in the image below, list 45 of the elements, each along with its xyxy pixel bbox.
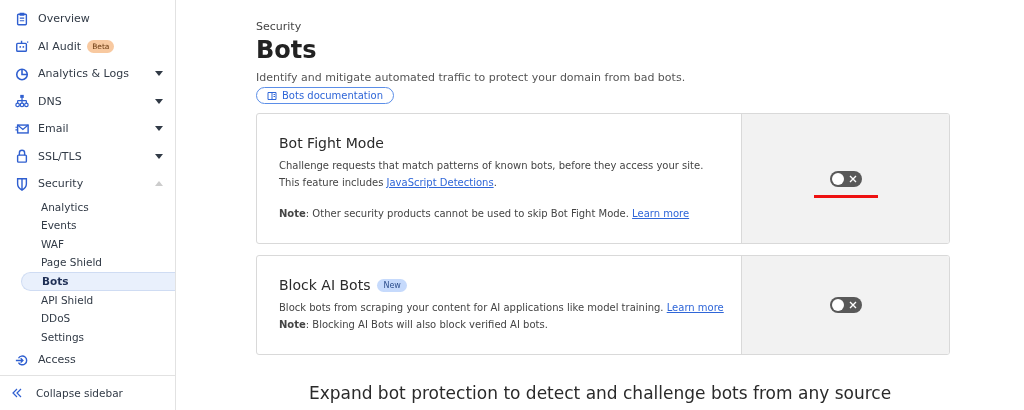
book-icon [267,90,277,101]
sidebar-subitem[interactable]: Events [21,216,175,235]
documentation-button[interactable]: Bots documentation [256,87,395,104]
network-icon [15,94,29,109]
breadcrumb: Security [256,20,303,33]
sidebar-item[interactable]: Overview [0,5,175,33]
sidebar-subitem[interactable]: DDoS [21,309,175,328]
close-icon [848,175,857,183]
sidebar-subitem[interactable]: Analytics [21,197,175,216]
card-title: Block AI Bots [279,277,371,293]
login-icon [15,352,29,367]
page-title: Bots [256,35,318,65]
sidebar-subitem[interactable]: Settings [21,327,175,346]
double-chevron-icon [12,388,22,398]
sidebar-item[interactable]: Security [0,170,175,198]
robot-icon [15,39,29,54]
sidebar-item[interactable]: Access [0,346,175,374]
sidebar-subitem[interactable]: WAF [21,234,175,253]
card-description: Challenge requests that match patterns of known bots, before they access your site. This feature includes JavaScript Detections. [279,159,705,190]
toggle-switch[interactable] [829,171,862,187]
link[interactable]: JavaScript Detections [386,177,494,188]
sidebar-subitem[interactable]: Page Shield [21,253,175,272]
card-description: Block bots from scraping your content for AI applications like model training. Learn more [279,301,725,315]
link[interactable]: Learn more [666,302,724,313]
sidebar-subitem[interactable]: Bots [21,271,175,291]
sidebar-item[interactable]: DNS [0,87,175,115]
card-title: Bot Fight Mode [279,135,384,151]
clipboard-icon [15,11,29,26]
page-description: Identify and mitigate automated traffic to protect your domain from bad bots. [256,71,687,84]
sidebar-item[interactable]: SSL/TLS [0,142,175,170]
shield-icon [15,176,29,191]
close-icon [848,301,857,309]
pie-chart-icon [15,66,29,81]
collapse-sidebar-button[interactable]: Collapse sidebar [0,375,175,410]
card-note: Note: Blocking AI Bots will also block verified AI bots. [279,318,549,332]
toggle-switch[interactable] [829,297,862,313]
sidebar-item[interactable]: Analytics & Logs [0,60,175,88]
section-heading: Expand bot protection to detect and challenge bots from any source [308,383,892,403]
mail-icon [15,121,29,136]
sidebar-subitem[interactable]: API Shield [21,290,175,309]
link[interactable]: Learn more [632,208,690,219]
lock-icon [15,149,29,164]
sidebar-item[interactable]: Email [0,115,175,143]
new-badge: New [377,278,407,292]
card-note: Note: Other security products cannot be used to skip Bot Fight Mode. Learn more [279,207,691,221]
